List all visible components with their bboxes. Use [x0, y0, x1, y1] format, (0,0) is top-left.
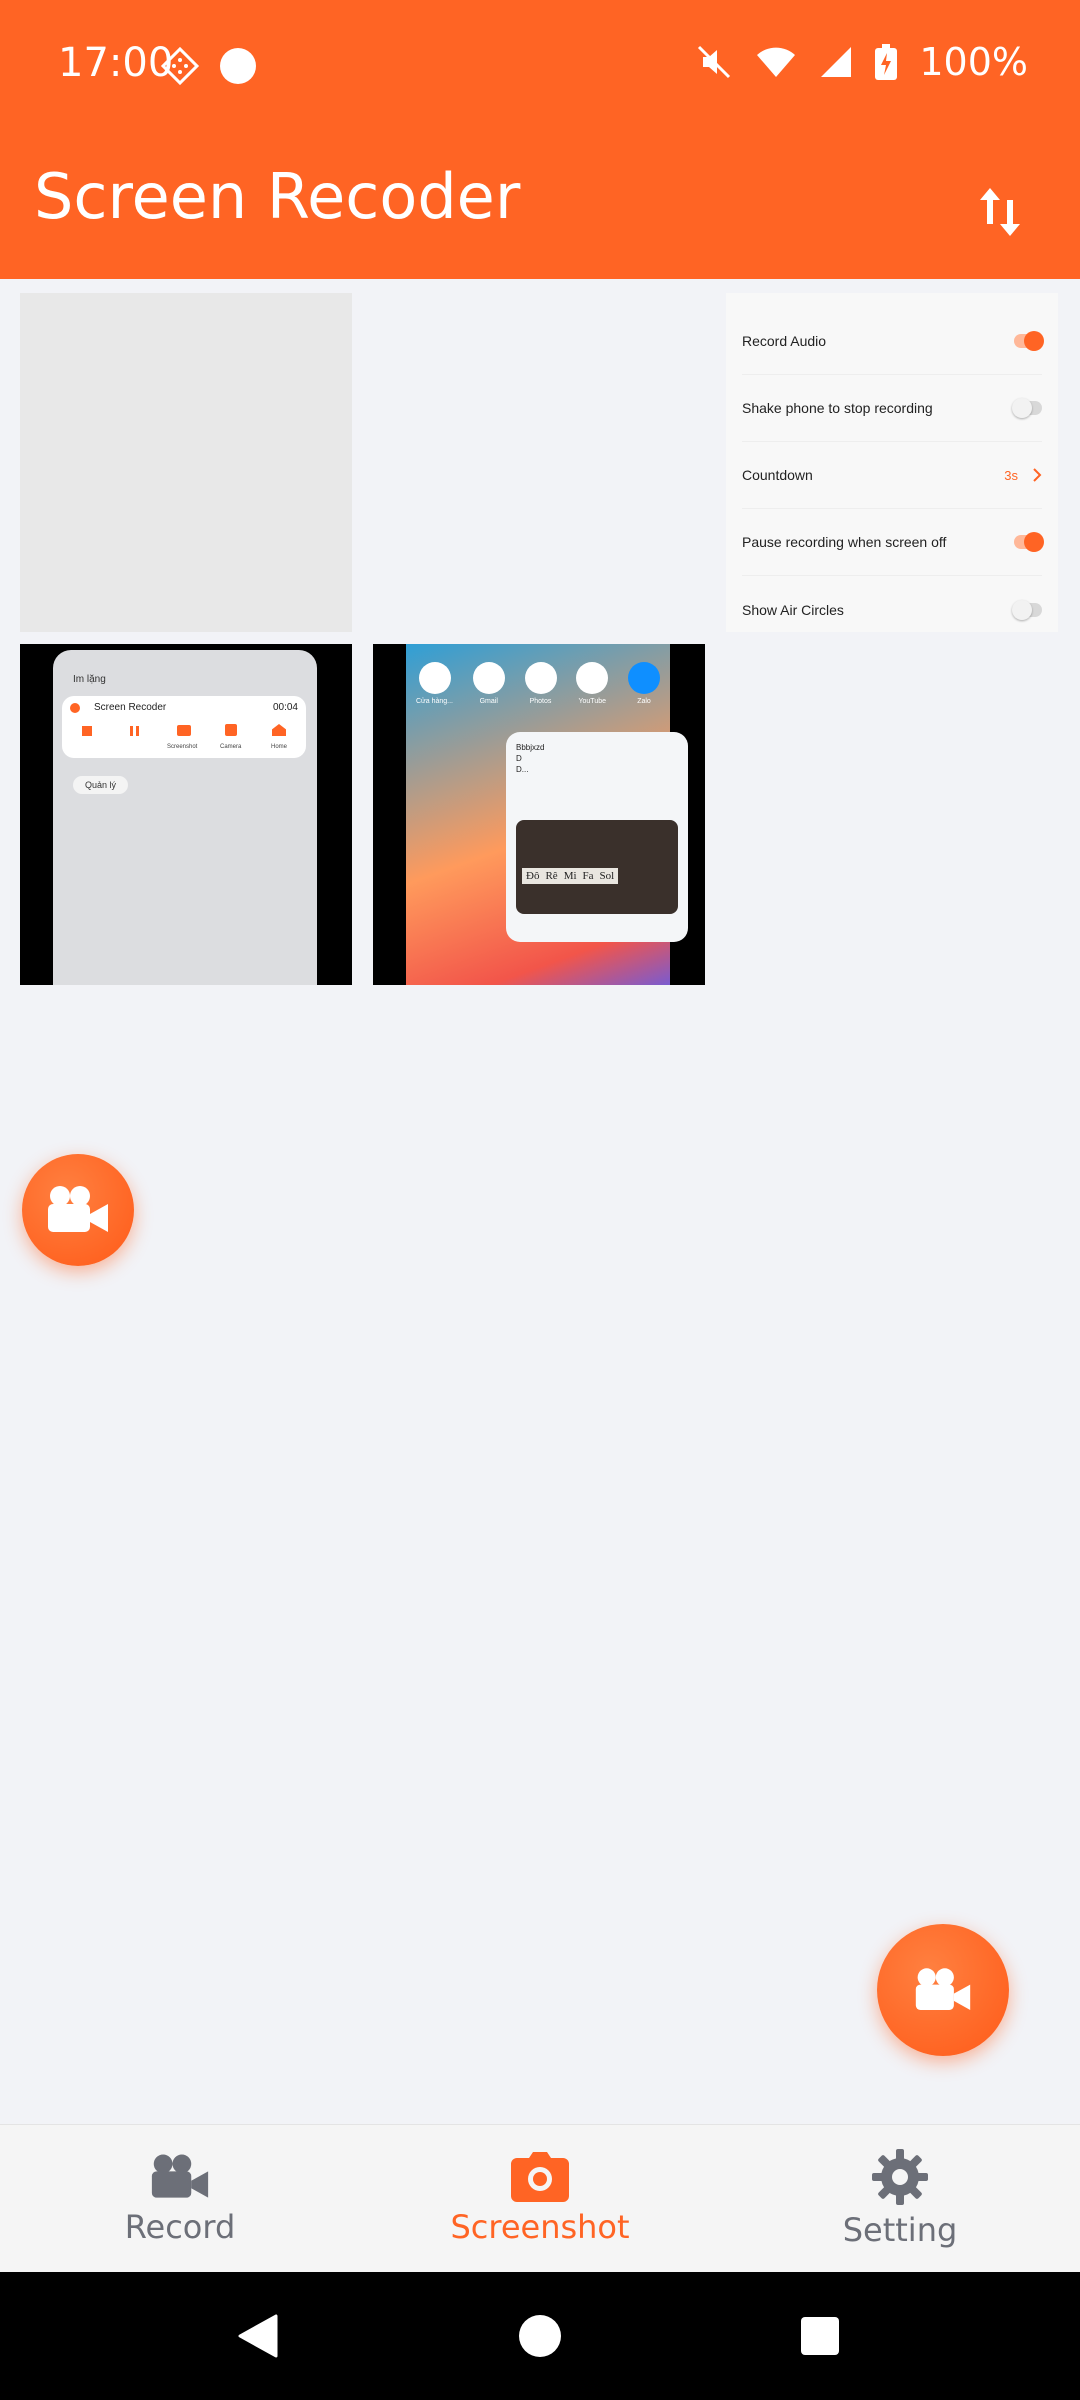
tab-setting[interactable]: Setting	[720, 2125, 1080, 2273]
toggle-switch	[1014, 331, 1044, 351]
app-header: 17:00 100% Screen Recoder	[0, 0, 1080, 279]
page-title: Screen Recoder	[34, 160, 521, 233]
status-time: 17:00	[58, 40, 174, 86]
home-icon	[272, 724, 286, 736]
camera-icon	[511, 2152, 569, 2202]
settings-row: Countdown 3s	[742, 442, 1042, 509]
home-icon[interactable]	[518, 2314, 562, 2358]
toggle-switch	[1012, 599, 1042, 620]
sort-button[interactable]	[964, 176, 1036, 248]
chevron-right-icon	[1033, 468, 1042, 482]
settings-row: Shake phone to stop recording	[742, 375, 1042, 442]
video-camera-icon	[151, 2154, 209, 2198]
back-icon[interactable]	[236, 2314, 280, 2358]
settings-row: Record Audio	[742, 308, 1044, 375]
status-right: 100%	[695, 40, 1028, 84]
start-recording-button[interactable]	[877, 1924, 1009, 2056]
wifi-icon	[757, 47, 796, 77]
bottom-navigation: Record Screenshot Setting	[0, 2124, 1080, 2272]
floating-record-button[interactable]	[22, 1154, 134, 1266]
notification-dot-icon	[220, 48, 256, 84]
status-bar: 17:00 100%	[0, 0, 1080, 132]
stop-icon	[82, 726, 92, 736]
recents-icon[interactable]	[800, 2316, 840, 2356]
sort-arrows-icon	[980, 188, 1020, 236]
mute-icon	[698, 45, 731, 79]
battery-percent: 100%	[919, 40, 1028, 84]
toggle-switch	[1012, 398, 1042, 418]
system-navigation-bar	[0, 2272, 1080, 2400]
notes-widget: Bbbjxzd D D... Đô Rê Mi Fa Sol	[506, 732, 688, 942]
screenshot-thumbnail[interactable]	[373, 293, 705, 632]
signal-icon	[821, 47, 852, 77]
tab-screenshot[interactable]: Screenshot	[360, 2125, 720, 2273]
screenshot-thumbnail-recorder[interactable]: Im lặng Screen Recoder 00:04 Screenshot …	[20, 644, 352, 985]
pause-icon	[130, 726, 133, 736]
game-controller-icon	[160, 46, 200, 86]
video-camera-icon	[48, 1186, 108, 1232]
battery-icon	[875, 44, 898, 80]
settings-row: Pause recording when screen off	[742, 509, 1044, 576]
tab-record[interactable]: Record	[0, 2125, 360, 2273]
screenshot-thumbnail-home[interactable]: Cửa hàng... Gmail Photos YouTube Zalo Bb…	[373, 644, 705, 985]
video-camera-icon	[915, 1968, 971, 2010]
tab-setting-label: Setting	[842, 2211, 958, 2249]
settings-row: Show Air Circles	[742, 576, 1042, 632]
gear-icon	[872, 2149, 928, 2205]
tab-record-label: Record	[124, 2208, 236, 2246]
toggle-switch	[1014, 532, 1044, 552]
screenshot-thumbnail-settings[interactable]: Record Audio Shake phone to stop recordi…	[726, 293, 1058, 632]
tab-screenshot-label: Screenshot	[450, 2208, 630, 2246]
user-icon	[225, 724, 237, 736]
camera-icon	[177, 725, 191, 736]
screenshot-thumbnail[interactable]	[20, 293, 352, 632]
recorder-notification: Screen Recoder 00:04 Screenshot Camera H…	[62, 696, 306, 758]
